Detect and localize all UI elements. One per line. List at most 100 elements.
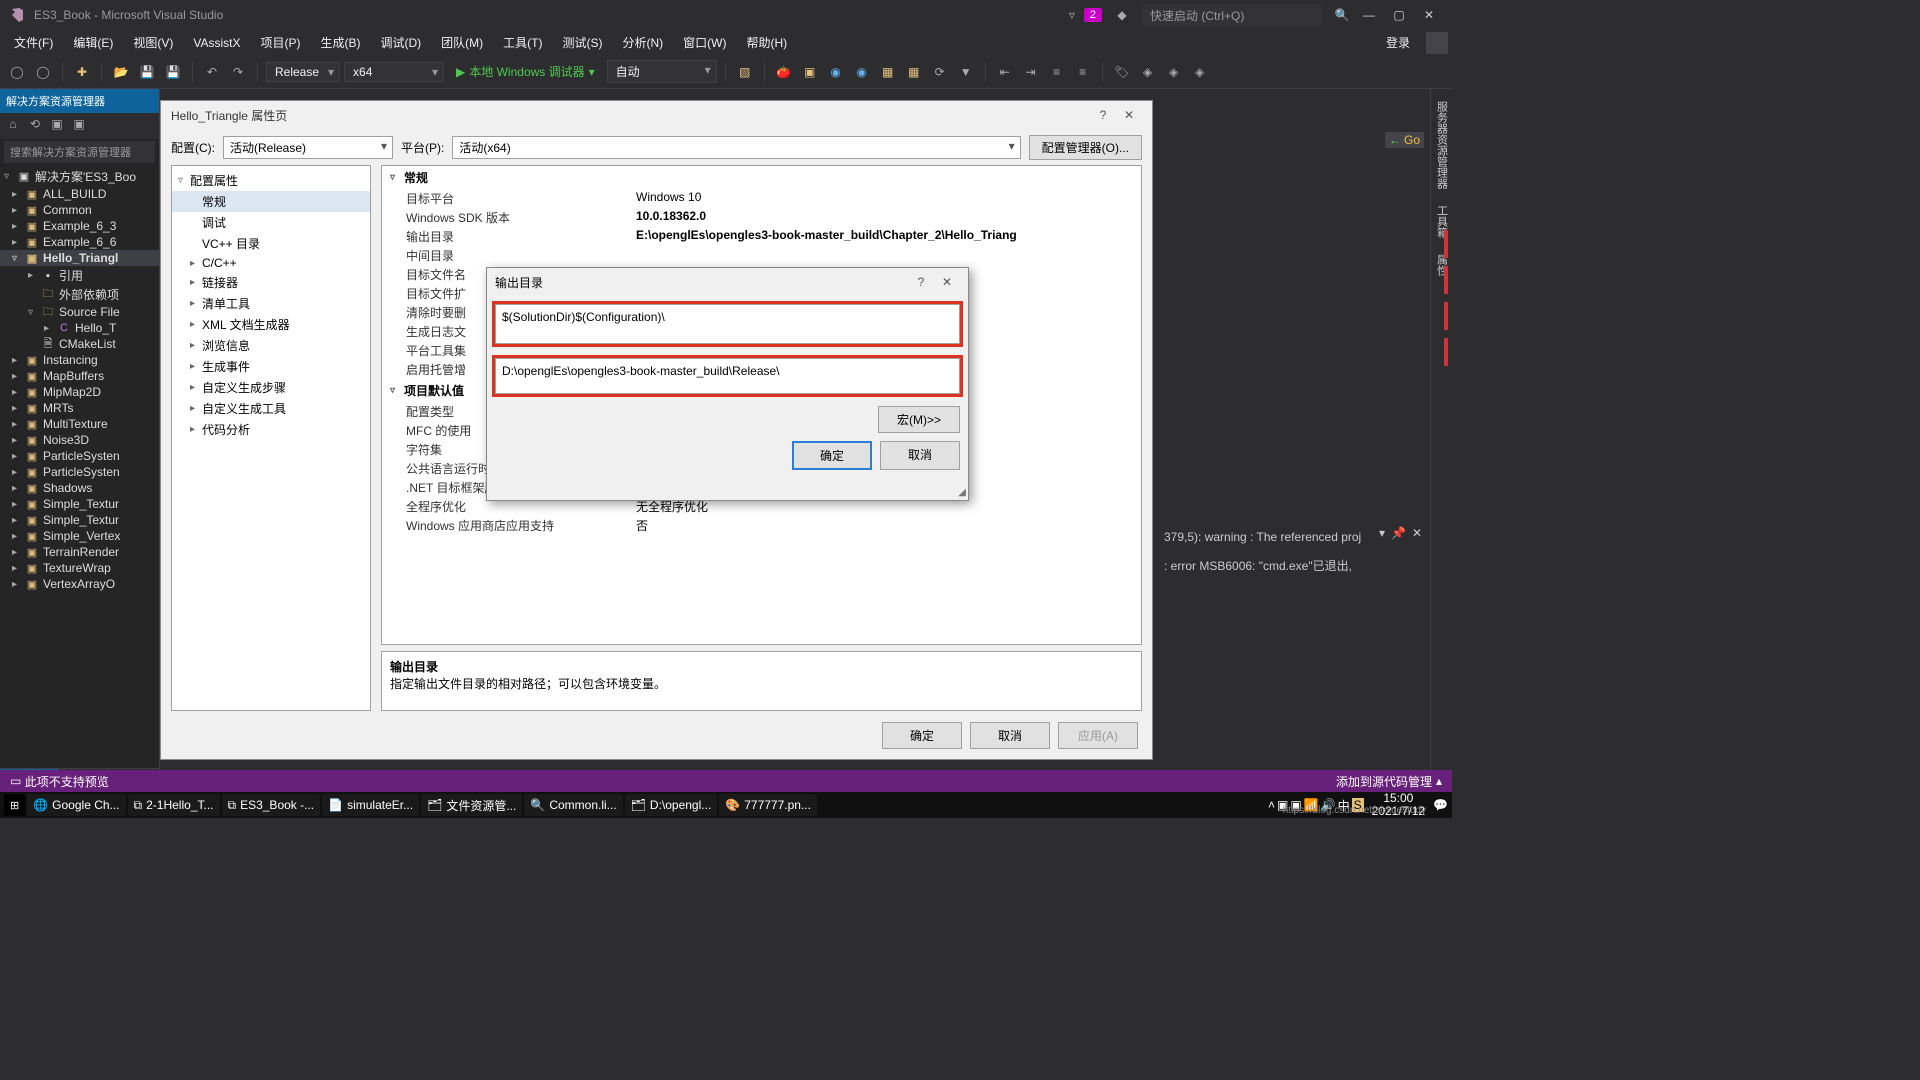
- va-icon2[interactable]: ▣: [799, 61, 821, 83]
- cancel-button[interactable]: 取消: [880, 441, 960, 470]
- menu-analyze[interactable]: 分析(N): [612, 31, 673, 54]
- property-value[interactable]: E:\openglEs\opengles3-book-master_build\…: [636, 228, 1141, 245]
- property-row[interactable]: Windows SDK 版本10.0.18362.0: [382, 208, 1141, 227]
- project-item[interactable]: ▸▣ParticleSysten: [0, 448, 159, 464]
- va-icon7[interactable]: ⟳: [929, 61, 951, 83]
- taskbar-item[interactable]: 🌐Google Ch...: [27, 794, 125, 816]
- source-files-item[interactable]: ▿🗀Source File: [0, 304, 159, 320]
- cancel-button[interactable]: 取消: [970, 722, 1050, 749]
- property-category-tree[interactable]: ▿配置属性 常规调试VC++ 目录▸C/C++▸链接器▸清单工具▸XML 文档生…: [171, 165, 371, 711]
- property-tree-item[interactable]: ▸自定义生成工具: [172, 398, 370, 419]
- macro-button[interactable]: 宏(M)>>: [878, 406, 960, 433]
- menu-debug[interactable]: 调试(D): [370, 31, 431, 54]
- project-item[interactable]: ▸▣TextureWrap: [0, 560, 159, 576]
- solution-search-input[interactable]: 搜索解决方案资源管理器: [4, 141, 155, 163]
- feedback-icon[interactable]: ◆: [1110, 8, 1134, 22]
- help-button[interactable]: ?: [1090, 108, 1116, 122]
- start-button[interactable]: ⊞: [4, 794, 25, 816]
- project-item[interactable]: ▸▣ParticleSysten: [0, 464, 159, 480]
- menu-team[interactable]: 团队(M): [431, 31, 493, 54]
- vtab-toolbox[interactable]: 工具箱: [1431, 197, 1453, 246]
- nav-back-icon[interactable]: ◯: [6, 61, 28, 83]
- config-manager-button[interactable]: 配置管理器(O)...: [1029, 135, 1142, 160]
- project-item[interactable]: ▸▣Simple_Textur: [0, 496, 159, 512]
- project-item[interactable]: ▸▣Instancing: [0, 352, 159, 368]
- taskbar-item[interactable]: ⧉2-1Hello_T...: [128, 794, 220, 816]
- solution-root[interactable]: ▿▣解决方案'ES3_Boo: [0, 167, 159, 186]
- search-icon[interactable]: 🔍: [1330, 8, 1354, 22]
- property-value[interactable]: [636, 247, 1141, 264]
- project-hello-triangle[interactable]: ▿▣Hello_Triangl: [0, 250, 159, 266]
- start-debug-button[interactable]: ▶ 本地 Windows 调试器 ▾: [448, 63, 603, 80]
- outdent-icon[interactable]: ⇥: [1020, 61, 1042, 83]
- minimize-button[interactable]: —: [1354, 8, 1384, 22]
- tray-chevron-icon[interactable]: ˄: [1268, 798, 1275, 812]
- nav-fwd-icon[interactable]: ◯: [32, 61, 54, 83]
- property-tree-item[interactable]: ▸浏览信息: [172, 335, 370, 356]
- platform-select[interactable]: x64: [344, 62, 444, 82]
- menu-test[interactable]: 测试(S): [552, 31, 612, 54]
- tool-icon[interactable]: ▧: [734, 61, 756, 83]
- go-button[interactable]: ← Go: [1385, 132, 1424, 148]
- undo-icon[interactable]: ↶: [201, 61, 223, 83]
- bm4-icon[interactable]: ◈: [1189, 61, 1211, 83]
- indent-icon[interactable]: ⇤: [994, 61, 1016, 83]
- property-row[interactable]: 中间目录: [382, 246, 1141, 265]
- publish-icon[interactable]: ▴: [1436, 774, 1442, 788]
- help-button[interactable]: ?: [908, 275, 934, 289]
- taskbar-item[interactable]: 🗂文件资源管...: [421, 794, 522, 816]
- signin-link[interactable]: 登录: [1376, 31, 1420, 54]
- extern-deps-item[interactable]: 🗀外部依赖项: [0, 285, 159, 304]
- project-item[interactable]: ▸▣Shadows: [0, 480, 159, 496]
- project-item[interactable]: ▸▣Simple_Textur: [0, 512, 159, 528]
- close-button[interactable]: ✕: [934, 275, 960, 289]
- va-icon3[interactable]: ◉: [825, 61, 847, 83]
- project-item[interactable]: ▸▣Common: [0, 202, 159, 218]
- menu-help[interactable]: 帮助(H): [736, 31, 797, 54]
- taskbar-item[interactable]: ⧉ES3_Book -...: [222, 794, 321, 816]
- vtab-properties[interactable]: 属性: [1431, 246, 1453, 284]
- sol-icon3[interactable]: ▣: [48, 117, 66, 135]
- project-item[interactable]: ▸▣MultiTexture: [0, 416, 159, 432]
- menu-window[interactable]: 窗口(W): [673, 31, 736, 54]
- maximize-button[interactable]: ▢: [1384, 8, 1414, 22]
- save-icon[interactable]: 💾: [136, 61, 158, 83]
- ok-button[interactable]: 确定: [882, 722, 962, 749]
- output-dir-input[interactable]: $(SolutionDir)$(Configuration)\: [495, 304, 960, 344]
- property-tree-item[interactable]: ▸链接器: [172, 272, 370, 293]
- resize-grip-icon[interactable]: ◢: [958, 487, 966, 498]
- ok-button[interactable]: 确定: [792, 441, 872, 470]
- project-item[interactable]: ▸▣Example_6_6: [0, 234, 159, 250]
- notifications-icon[interactable]: 💬: [1433, 798, 1448, 812]
- comment-icon[interactable]: ≡: [1046, 61, 1068, 83]
- project-item[interactable]: ▸▣MRTs: [0, 400, 159, 416]
- cmake-file[interactable]: 🗎CMakeList: [0, 336, 159, 352]
- project-item[interactable]: ▸▣MapBuffers: [0, 368, 159, 384]
- taskbar-item[interactable]: 🔍Common.li...: [524, 794, 622, 816]
- project-item[interactable]: ▸▣Simple_Vertex: [0, 528, 159, 544]
- property-tree-item[interactable]: 调试: [172, 212, 370, 233]
- output-dir-resolved[interactable]: D:\openglEs\opengles3-book-master_build\…: [495, 358, 960, 394]
- project-item[interactable]: ▸▣MipMap2D: [0, 384, 159, 400]
- menu-edit[interactable]: 编辑(E): [63, 31, 123, 54]
- taskbar-item[interactable]: 📄simulateEr...: [322, 794, 419, 816]
- property-tree-item[interactable]: ▸XML 文档生成器: [172, 314, 370, 335]
- property-tree-item[interactable]: ▸自定义生成步骤: [172, 377, 370, 398]
- bm3-icon[interactable]: ◈: [1163, 61, 1185, 83]
- source-file[interactable]: ▸CHello_T: [0, 320, 159, 336]
- project-item[interactable]: ▸▣Noise3D: [0, 432, 159, 448]
- project-item[interactable]: ▸▣VertexArrayO: [0, 576, 159, 592]
- redo-icon[interactable]: ↷: [227, 61, 249, 83]
- grid-section-general[interactable]: ▿常规: [382, 166, 1141, 189]
- status-scm[interactable]: 添加到源代码管理: [1336, 773, 1432, 790]
- avatar-icon[interactable]: [1426, 32, 1448, 54]
- tree-group[interactable]: ▿配置属性: [172, 170, 370, 191]
- solution-tree[interactable]: ▿▣解决方案'ES3_Boo ▸▣ALL_BUILD ▸▣Common ▸▣Ex…: [0, 165, 159, 768]
- sol-icon4[interactable]: ▣: [70, 117, 88, 135]
- menu-vassistx[interactable]: VAssistX: [183, 33, 250, 53]
- taskbar-item[interactable]: 🎨777777.pn...: [719, 794, 817, 816]
- vtab-server-explorer[interactable]: 服务器资源管理器: [1431, 93, 1453, 197]
- va-icon4[interactable]: ◉: [851, 61, 873, 83]
- open-icon[interactable]: 📂: [110, 61, 132, 83]
- property-tree-item[interactable]: ▸清单工具: [172, 293, 370, 314]
